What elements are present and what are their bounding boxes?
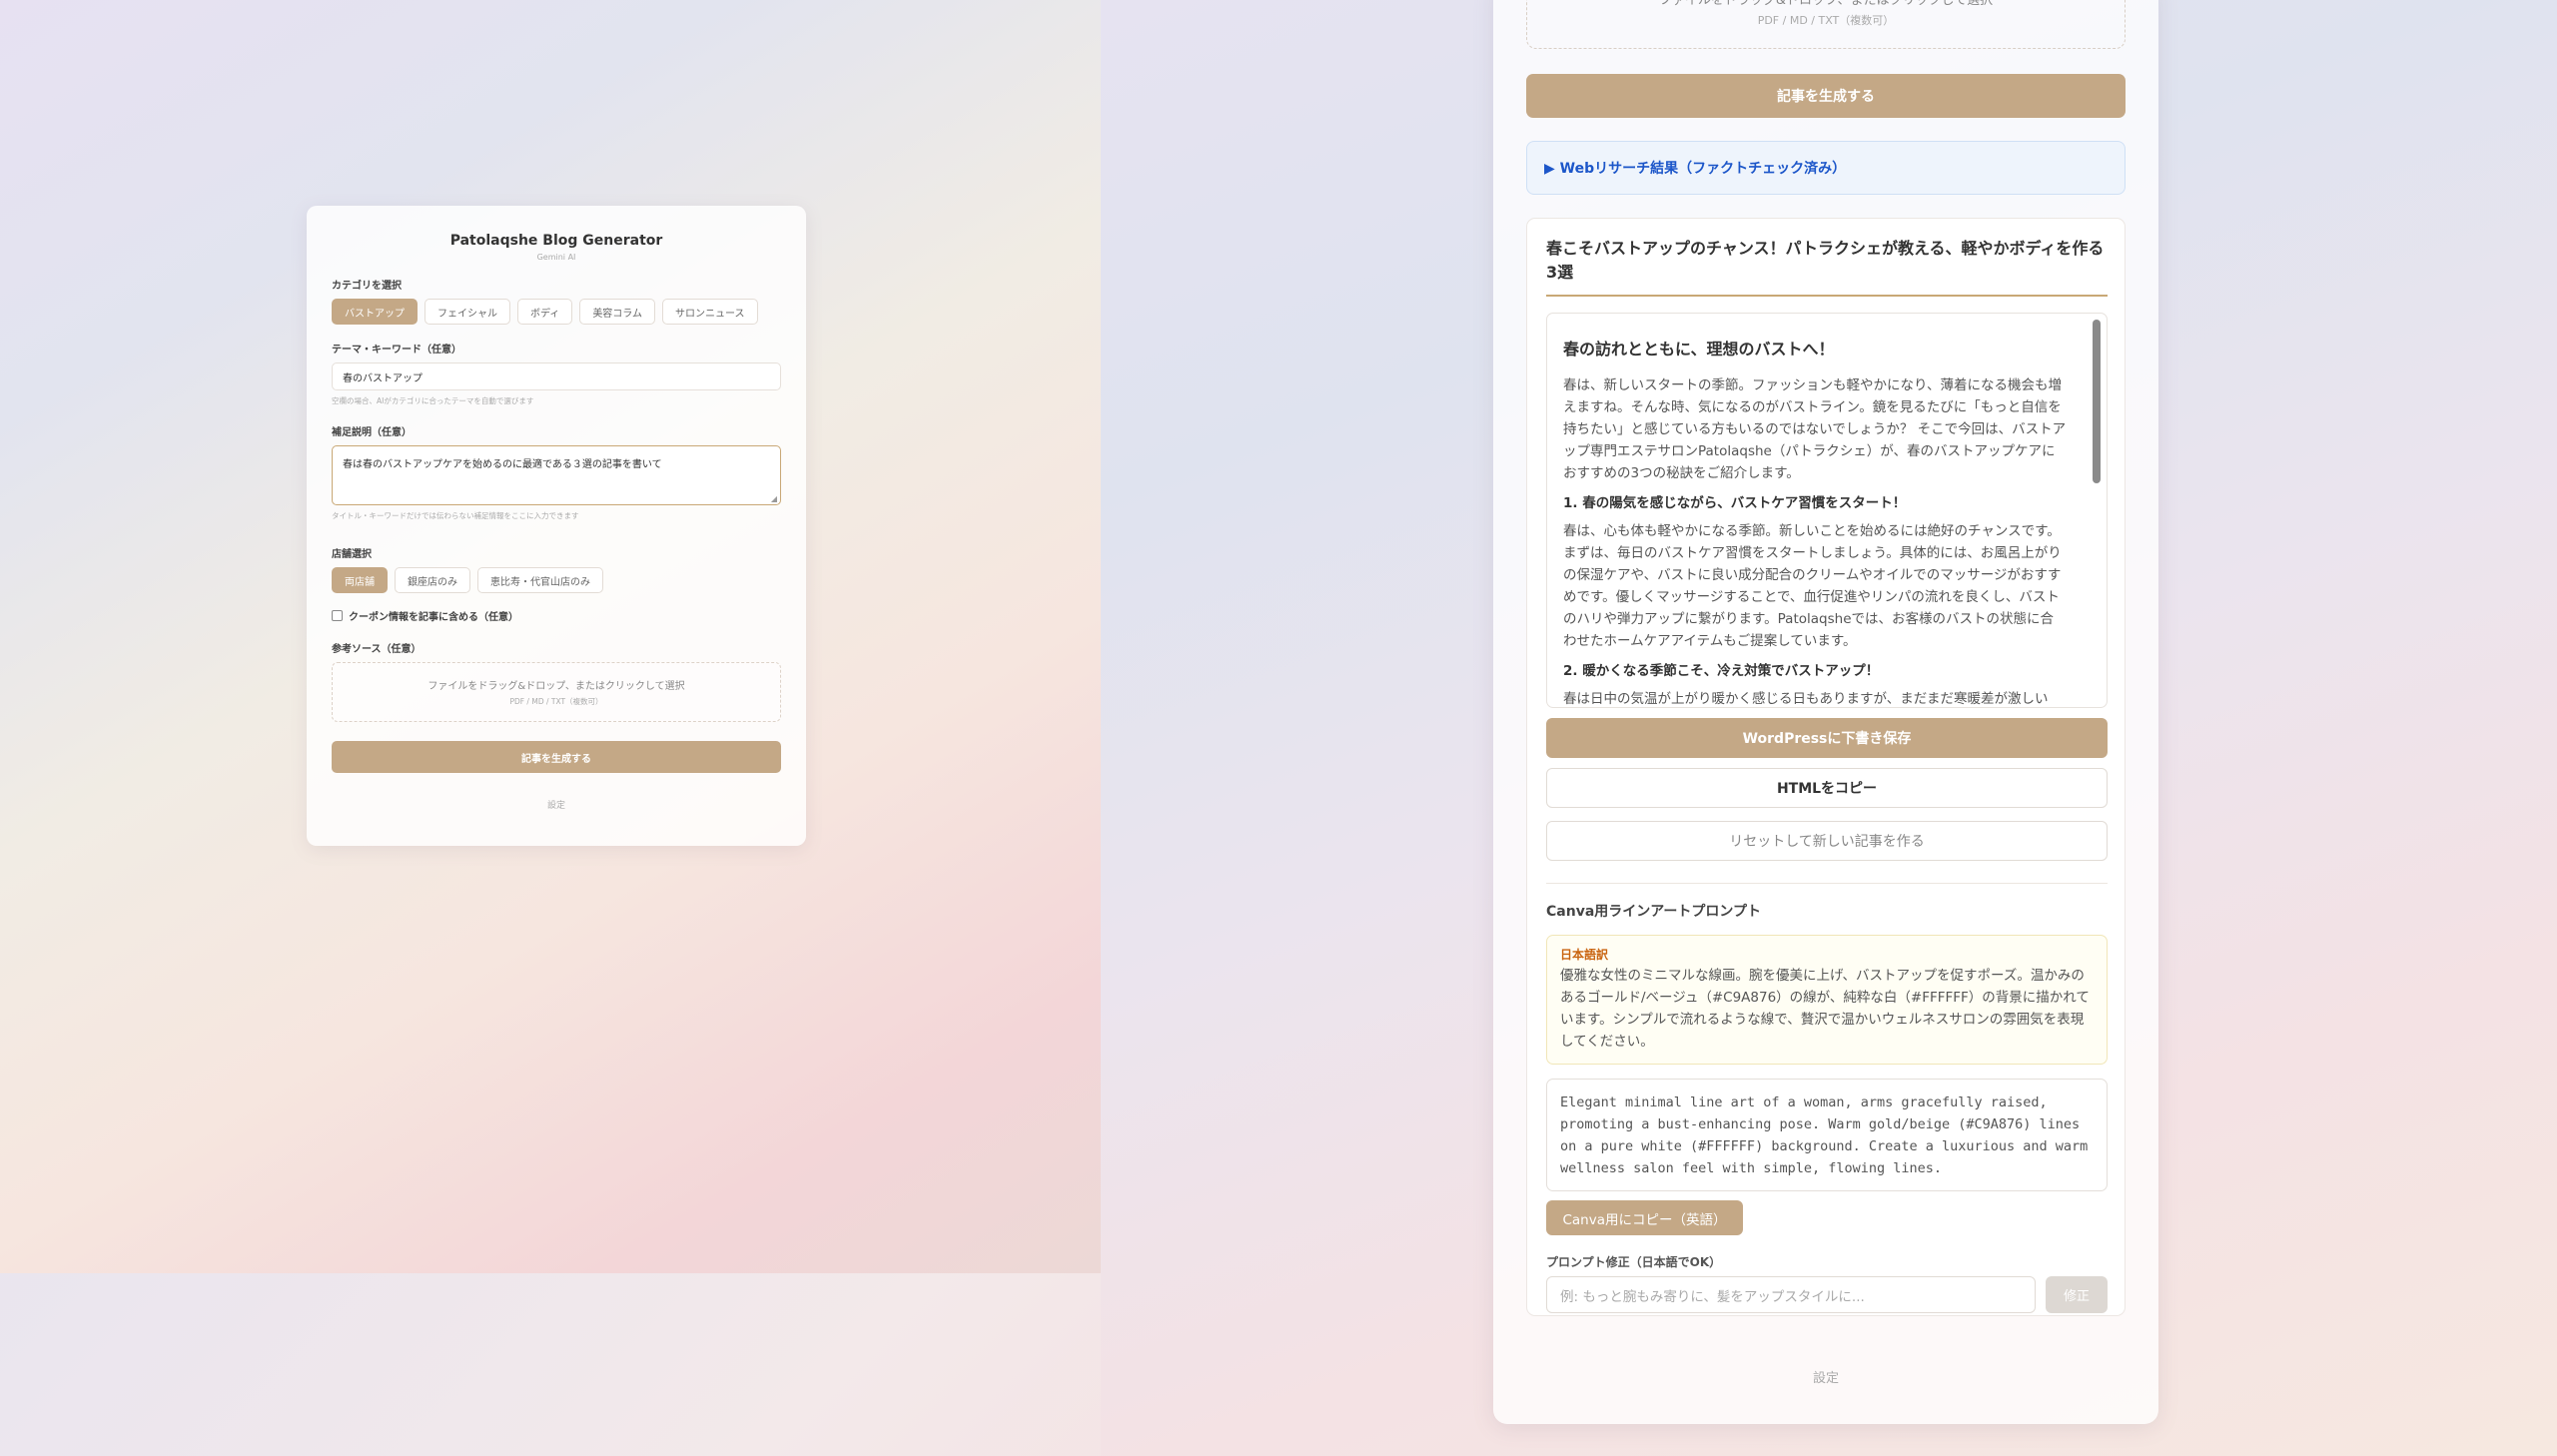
- store-chip-both[interactable]: 両店舗: [332, 567, 388, 593]
- canva-copy-button[interactable]: Canva用にコピー（英語）: [1546, 1200, 1743, 1235]
- canva-prompt-title: Canva用ラインアートプロンプト: [1546, 904, 1762, 920]
- article-paragraph: 春は日中の気温が上がり暖かく感じる日もありますが、まだまだ寒暖差が激しい: [1563, 691, 2049, 707]
- coupon-label: クーポン情報を記事に含める（任意）: [349, 612, 518, 623]
- theme-hint: 空欄の場合、AIがカテゴリに合ったテーマを自動で選びます: [332, 396, 534, 405]
- settings-link[interactable]: 設定: [332, 798, 781, 811]
- source-label: 参考ソース（任意）: [332, 644, 422, 655]
- supplement-text: 春は春のバストアップケアを始めるのに最適である３選の記事を書いて: [343, 459, 662, 470]
- dropzone-text: ファイルをドラッグ&ドロップ、またはクリックして選択: [427, 681, 685, 692]
- category-chip-news[interactable]: サロンニュース: [662, 299, 758, 325]
- coupon-checkbox[interactable]: [332, 610, 343, 621]
- file-dropzone[interactable]: ファイルをドラッグ&ドロップ、またはクリックして選択 PDF / MD / TX…: [1526, 0, 2126, 49]
- file-dropzone[interactable]: ファイルをドラッグ&ドロップ、またはクリックして選択 PDF / MD / TX…: [332, 662, 781, 722]
- article-result: 春こそバストアップのチャンス！パトラクシェが教える、軽やかボディを作る3選 春の…: [1526, 218, 2126, 1316]
- wordpress-save-button[interactable]: WordPressに下書き保存: [1546, 718, 2108, 758]
- category-chip-bustup[interactable]: バストアップ: [332, 299, 418, 325]
- web-research-toggle[interactable]: ▶ Webリサーチ結果（ファクトチェック済み）: [1526, 141, 2126, 195]
- supplement-label: 補足説明（任意）: [332, 427, 412, 438]
- article-subheading: 2. 暖かくなる季節こそ、冷え対策でバストアップ！: [1563, 663, 1880, 679]
- theme-input[interactable]: 春のバストアップ: [332, 363, 781, 390]
- coupon-checkbox-row[interactable]: クーポン情報を記事に含める（任意）: [332, 608, 781, 623]
- article-paragraph: 春は、心も体も軽やかになる季節。新しいことを始めるには絶好のチャンスです。まずは…: [1563, 523, 2062, 649]
- dropzone-formats: PDF / MD / TXT（複数可）: [509, 697, 603, 706]
- store-chip-ginza[interactable]: 銀座店のみ: [395, 567, 470, 593]
- article-heading: 春の訪れとともに、理想のバストへ！: [1563, 340, 1835, 359]
- theme-label: テーマ・キーワード（任意）: [332, 345, 461, 356]
- supplement-textarea[interactable]: 春は春のバストアップケアを始めるのに最適である３選の記事を書いて ◢: [332, 445, 781, 505]
- category-chip-facial[interactable]: フェイシャル: [425, 299, 510, 325]
- generate-button[interactable]: 記事を生成する: [1526, 74, 2126, 118]
- english-prompt-box[interactable]: Elegant minimal line art of a woman, arm…: [1546, 1079, 2108, 1191]
- japanese-translation-label: 日本語訳: [1560, 948, 1609, 962]
- dropzone-formats: PDF / MD / TXT（複数可）: [1757, 14, 1895, 27]
- reset-button[interactable]: リセットして新しい記事を作る: [1546, 821, 2108, 861]
- article-subheading: 1. 春の陽気を感じながら、バストケア習慣をスタート！: [1563, 495, 1907, 511]
- category-chip-body[interactable]: ボディ: [517, 299, 573, 325]
- resize-handle-icon[interactable]: ◢: [771, 494, 777, 503]
- prompt-fix-button[interactable]: 修正: [2046, 1276, 2108, 1313]
- copy-html-button[interactable]: HTMLをコピー: [1546, 768, 2108, 808]
- category-chips: バストアップ フェイシャル ボディ 美容コラム サロンニュース: [332, 299, 781, 325]
- store-label: 店舗選択: [332, 549, 372, 560]
- app-subtitle: Gemini AI: [536, 253, 576, 262]
- supplement-hint: タイトル・キーワードだけでは伝わらない補足情報をここに入力できます: [332, 511, 579, 520]
- prompt-fix-label: プロンプト修正（日本語でOK）: [1546, 1255, 1722, 1269]
- store-chips: 両店舗 銀座店のみ 恵比寿・代官山店のみ: [332, 567, 781, 593]
- category-chip-column[interactable]: 美容コラム: [579, 299, 656, 325]
- dropzone-text: ファイルをドラッグ&ドロップ、またはクリックして選択: [1658, 0, 1994, 8]
- divider: [1546, 883, 2108, 884]
- result-card: ファイルをドラッグ&ドロップ、またはクリックして選択 PDF / MD / TX…: [1493, 0, 2158, 1424]
- japanese-translation-box: 日本語訳 優雅な女性のミニマルな線画。腕を優美に上げ、バストアップを促すポーズ。…: [1546, 935, 2108, 1065]
- article-body-preview[interactable]: 春の訪れとともに、理想のバストへ！ 春は、新しいスタートの季節。ファッションも軽…: [1546, 313, 2108, 708]
- article-scrollbar[interactable]: [2093, 320, 2101, 483]
- japanese-translation-text: 優雅な女性のミニマルな線画。腕を優美に上げ、バストアップを促すポーズ。温かみのあ…: [1560, 968, 2090, 1050]
- article-title: 春こそバストアップのチャンス！パトラクシェが教える、軽やかボディを作る3選: [1546, 237, 2108, 297]
- app-title: Patolaqshe Blog Generator: [449, 233, 663, 249]
- prompt-fix-input[interactable]: 例: もっと腕もみ寄りに、髪をアップスタイルに...: [1546, 1276, 2036, 1313]
- store-chip-ebisu[interactable]: 恵比寿・代官山店のみ: [477, 567, 603, 593]
- generator-form-card: Patolaqshe Blog Generator Gemini AI カテゴリ…: [307, 206, 806, 846]
- generate-button[interactable]: 記事を生成する: [332, 741, 781, 773]
- category-label: カテゴリを選択: [332, 281, 402, 292]
- article-paragraph: 春は、新しいスタートの季節。ファッションも軽やかになり、薄着になる機会も増えます…: [1563, 377, 2067, 481]
- settings-link[interactable]: 設定: [1493, 1367, 2158, 1386]
